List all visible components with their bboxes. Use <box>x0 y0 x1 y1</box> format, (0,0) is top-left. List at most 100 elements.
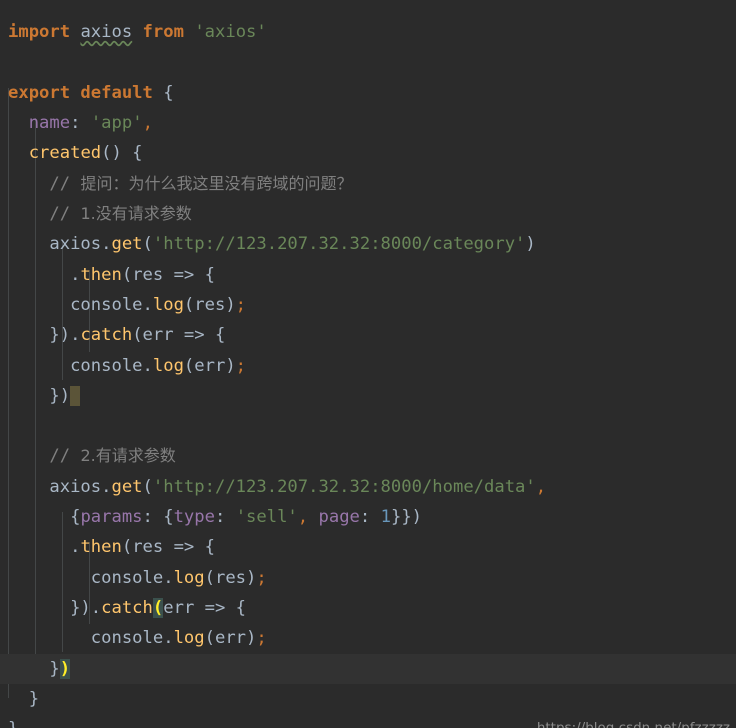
code-token: }) <box>8 385 71 406</box>
code-token: 'axios' <box>194 22 267 43</box>
code-token: log <box>173 628 205 649</box>
code-token: } <box>8 688 40 709</box>
code-line[interactable]: {params: {type: 'sell', page: 1}}) <box>0 502 736 532</box>
code-token: then <box>80 264 122 285</box>
code-line[interactable] <box>0 0 736 17</box>
code-token: 2.有请求参数 <box>80 446 176 466</box>
code-token: then <box>80 537 122 558</box>
code-token: export default <box>8 82 153 103</box>
code-token: ) <box>59 658 71 679</box>
code-token: // <box>8 173 81 194</box>
code-line[interactable]: name: 'app', <box>0 108 736 138</box>
code-token: log <box>152 294 184 315</box>
code-token: ; <box>235 294 247 315</box>
code-token: axios. <box>8 234 112 255</box>
code-token: page <box>318 507 360 528</box>
code-line[interactable]: created() { <box>0 138 736 168</box>
code-token: console. <box>8 355 153 376</box>
code-token: (err) <box>204 628 257 649</box>
code-line[interactable]: // 提问：为什么我这里没有跨域的问题？ <box>0 169 736 199</box>
code-token: : <box>214 507 236 528</box>
code-line[interactable]: }).catch(err => { <box>0 320 736 350</box>
code-token: log <box>173 567 205 588</box>
code-token: // <box>8 204 81 225</box>
code-token: }). <box>8 597 102 618</box>
code-token: created <box>28 143 102 164</box>
code-token: log <box>152 355 184 376</box>
code-line[interactable]: }).catch(err => { <box>0 593 736 623</box>
code-token: ( <box>142 234 153 255</box>
code-token: (res) <box>183 294 236 315</box>
code-token: console. <box>8 567 174 588</box>
code-token: console. <box>8 294 153 315</box>
code-token: { <box>152 82 174 103</box>
code-line[interactable]: // 1.没有请求参数 <box>0 199 736 229</box>
code-token: catch <box>101 597 153 618</box>
code-token: 1.没有请求参数 <box>80 204 192 224</box>
code-token: ) <box>525 234 536 255</box>
code-token: } <box>8 658 60 679</box>
code-token: }}) <box>390 507 423 528</box>
code-line[interactable]: .then(res => { <box>0 260 736 290</box>
code-line[interactable]: console.log(res); <box>0 563 736 593</box>
code-line[interactable]: .then(res => { <box>0 532 736 562</box>
code-token: : { <box>142 507 174 528</box>
watermark-url: https://blog.csdn.net/pfzzzzz <box>537 720 730 728</box>
code-token: , <box>297 507 309 528</box>
code-line[interactable]: } <box>0 684 736 714</box>
code-token: (err => { <box>132 325 226 346</box>
code-token: ( <box>152 597 164 618</box>
code-line[interactable]: // 2.有请求参数 <box>0 441 736 471</box>
code-token <box>70 385 81 406</box>
code-line[interactable] <box>0 48 736 78</box>
code-token: . <box>8 537 81 558</box>
code-token: ( <box>142 476 153 497</box>
code-token: } <box>8 719 18 728</box>
code-line[interactable]: export default { <box>0 78 736 108</box>
code-line[interactable]: console.log(res); <box>0 290 736 320</box>
code-token: (err) <box>183 355 236 376</box>
code-token: , <box>142 113 153 134</box>
code-token: axios <box>80 22 133 43</box>
code-editor-canvas[interactable]: import axios from 'axios' export default … <box>0 0 736 728</box>
code-token: : <box>359 507 381 528</box>
code-token: 'http://123.207.32.32:8000/home/data' <box>152 476 536 497</box>
code-token: // <box>8 446 81 467</box>
code-token: ; <box>256 628 267 649</box>
code-token: () { <box>101 143 143 164</box>
code-token: { <box>8 507 81 528</box>
code-token: (res => { <box>121 537 215 558</box>
code-token: ; <box>256 567 267 588</box>
code-text-area[interactable]: import axios from 'axios' export default … <box>0 0 736 728</box>
code-line[interactable]: axios.get('http://123.207.32.32:8000/hom… <box>0 472 736 502</box>
code-token: console. <box>8 628 174 649</box>
code-token: , <box>535 476 547 497</box>
code-token: : <box>70 113 91 134</box>
code-token: import <box>8 22 81 43</box>
code-line[interactable]: import axios from 'axios' <box>0 17 736 47</box>
code-token: (res) <box>204 567 257 588</box>
code-token: catch <box>80 325 133 346</box>
code-token: params <box>80 507 143 528</box>
code-token: 'sell' <box>235 507 298 528</box>
code-line[interactable]: console.log(err); <box>0 623 736 653</box>
code-token: 1 <box>380 507 391 528</box>
code-token: name <box>28 113 71 134</box>
code-line[interactable]: console.log(err); <box>0 351 736 381</box>
code-token: type <box>173 507 215 528</box>
code-token: (res => { <box>121 264 215 285</box>
code-token: . <box>8 264 81 285</box>
code-line[interactable]: axios.get('http://123.207.32.32:8000/cat… <box>0 229 736 259</box>
code-token: err => { <box>163 597 247 618</box>
code-token: get <box>111 476 143 497</box>
code-token: from <box>142 22 184 43</box>
code-token: 'http://123.207.32.32:8000/category' <box>152 234 526 255</box>
code-line[interactable] <box>0 411 736 441</box>
code-line[interactable]: }) <box>0 381 736 411</box>
code-token: 提问：为什么我这里没有跨域的问题？ <box>80 173 353 193</box>
code-line[interactable]: }) <box>0 654 736 684</box>
